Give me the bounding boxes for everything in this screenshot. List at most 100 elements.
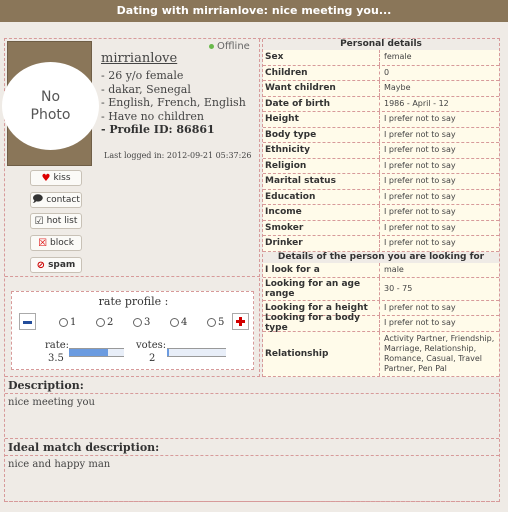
- detail-row: Looking for a body type I prefer not to s…: [263, 313, 499, 333]
- contact-button[interactable]: 🗩 contact: [30, 192, 82, 208]
- detail-label: Want children: [263, 81, 380, 96]
- message-icon: 🗩: [32, 193, 44, 205]
- votes-label: votes:: [136, 340, 167, 351]
- personal-details-heading: Personal details: [263, 39, 499, 50]
- spam-button[interactable]: ⊘ spam: [30, 257, 82, 273]
- kiss-button[interactable]: ♥ kiss: [30, 170, 82, 186]
- looking-for-heading: Details of the person you are looking fo…: [263, 251, 499, 263]
- status-dot-icon: [209, 43, 214, 49]
- rating-title: rate profile :: [98, 295, 169, 308]
- rating-box: rate profile : 1 2 3 4 5 rate: 3.5 votes…: [11, 291, 254, 370]
- detail-value: I prefer not to say: [384, 207, 456, 217]
- detail-value: Activity Partner, Friendship, Marriage, …: [384, 333, 495, 373]
- detail-row: Date of birth 1986 - April - 12: [263, 96, 499, 112]
- contact-label: contact: [46, 195, 80, 205]
- online-status: Offline: [209, 41, 250, 52]
- detail-value: 30 - 75: [384, 283, 413, 293]
- detail-label: Religion: [263, 158, 380, 173]
- detail-row: Ethnicity I prefer not to say: [263, 143, 499, 159]
- votes-bar: [167, 348, 226, 357]
- detail-value: I prefer not to say: [384, 129, 456, 139]
- personal-details-rows: Sex female Children 0 Want children Maybe Date…: [263, 50, 499, 252]
- rating-option-4[interactable]: 4: [170, 317, 207, 328]
- no-entry-icon: ⊘: [36, 259, 46, 271]
- detail-label: Smoker: [263, 220, 380, 235]
- profile-id: - Profile ID: 86861: [101, 123, 246, 137]
- rate-down-button[interactable]: [19, 313, 36, 330]
- summary-age: - 26 y/o female: [101, 69, 184, 82]
- detail-value: I prefer not to say: [384, 238, 456, 248]
- hot-list-button[interactable]: ☑ hot list: [30, 213, 82, 229]
- checkbox-icon: ☑: [34, 215, 44, 227]
- profile-photo: No Photo: [2, 41, 99, 166]
- page-title: Dating with mirrianlove: nice meeting yo…: [0, 0, 508, 22]
- block-button[interactable]: ☒ block: [30, 235, 82, 251]
- spam-label: spam: [48, 260, 76, 270]
- detail-label: Body type: [263, 127, 380, 142]
- detail-label: Sex: [263, 50, 380, 65]
- summary-languages: - English, French, English: [101, 96, 246, 110]
- radio-icon: [207, 318, 216, 327]
- rate-bar-fill: [69, 349, 108, 356]
- detail-row: I look for a male: [263, 262, 499, 278]
- detail-value: I prefer not to say: [384, 191, 456, 201]
- detail-row: Children 0: [263, 65, 499, 81]
- username: mirrianlove: [101, 51, 178, 66]
- rate-value: 3.5: [48, 353, 64, 364]
- rating-options: 1 2 3 4 5: [59, 317, 244, 328]
- profile-panel: No Photo Offline mirrianlove - 26 y/o fem…: [2, 39, 260, 277]
- detail-row: Religion I prefer not to say: [263, 158, 499, 174]
- detail-value: I prefer not to say: [384, 318, 456, 327]
- ideal-match-text: nice and happy man: [5, 456, 499, 502]
- radio-icon: [96, 318, 105, 327]
- rating-option-1[interactable]: 1: [59, 317, 96, 328]
- summary-location: - dakar, Senegal: [101, 82, 191, 96]
- detail-label: Marital status: [263, 174, 380, 189]
- rating-option-label: 3: [144, 317, 151, 328]
- rate-label: rate:: [45, 340, 70, 351]
- detail-value: I prefer not to say: [384, 176, 456, 186]
- heart-icon: ♥: [41, 172, 51, 184]
- detail-label: Date of birth: [263, 96, 380, 111]
- detail-label: Income: [263, 205, 380, 220]
- detail-value: male: [384, 264, 404, 274]
- status-text: Offline: [217, 41, 250, 52]
- rating-option-2[interactable]: 2: [96, 317, 133, 328]
- detail-label: Ethnicity: [263, 143, 380, 158]
- detail-value: I prefer not to say: [384, 302, 456, 312]
- detail-value: I prefer not to say: [384, 160, 456, 170]
- rating-option-3[interactable]: 3: [133, 317, 170, 328]
- looking-for-rows: I look for a male Looking for an age range…: [263, 262, 499, 377]
- no-photo-placeholder: No Photo: [2, 62, 99, 150]
- detail-row: Sex female: [263, 50, 499, 66]
- rate-up-button[interactable]: [232, 313, 249, 330]
- rating-option-label: 5: [218, 317, 225, 328]
- block-label: block: [50, 238, 74, 248]
- profile-summary: - 26 y/o female - dakar, Senegal - Engli…: [101, 69, 246, 137]
- detail-label: Looking for a body type: [263, 313, 380, 333]
- votes-value: 2: [149, 353, 156, 364]
- detail-value: I prefer not to say: [384, 222, 456, 232]
- radio-icon: [133, 318, 142, 327]
- details-table: Personal details Sex female Children 0 Want …: [262, 39, 499, 377]
- detail-label: I look for a: [263, 262, 380, 277]
- rating-option-label: 2: [107, 317, 114, 328]
- detail-row: Height I prefer not to say: [263, 112, 499, 128]
- hot-list-label: hot list: [46, 216, 78, 226]
- summary-children: - Have no children: [101, 109, 204, 123]
- detail-label: Relationship: [263, 331, 380, 376]
- radio-icon: [170, 318, 179, 327]
- detail-row: Body type I prefer not to say: [263, 127, 499, 143]
- profile-id-value: 86861: [176, 123, 215, 137]
- detail-value: I prefer not to say: [384, 114, 456, 124]
- kiss-label: kiss: [53, 173, 71, 183]
- detail-value: female: [384, 52, 412, 62]
- detail-label: Height: [263, 112, 380, 127]
- detail-row: Want children Maybe: [263, 81, 499, 97]
- detail-row: Income I prefer not to say: [263, 205, 499, 221]
- last-logged-in: Last logged in: 2012-09-21 05:37:26: [104, 151, 252, 160]
- detail-row: Education I prefer not to say: [263, 189, 499, 205]
- detail-value: I prefer not to say: [384, 145, 456, 155]
- detail-label: Children: [263, 65, 380, 80]
- description-heading: Description:: [5, 377, 499, 394]
